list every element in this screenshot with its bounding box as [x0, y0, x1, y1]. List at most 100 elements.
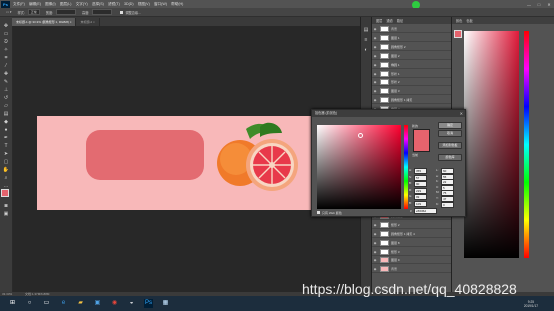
- visibility-eye-icon[interactable]: ◉: [372, 54, 378, 58]
- healing-brush-icon[interactable]: ✚: [2, 71, 10, 77]
- screen-mode-icon[interactable]: ▣: [2, 211, 10, 217]
- visibility-eye-icon[interactable]: ◉: [372, 45, 378, 49]
- menu-window[interactable]: 窗口(W): [154, 2, 167, 7]
- zoom-tool-icon[interactable]: ⌕: [2, 175, 10, 181]
- hex-input[interactable]: e5636d: [414, 208, 437, 214]
- layer-row[interactable]: ◉ 图层 9: [372, 257, 451, 265]
- gradient-tool-icon[interactable]: ▤: [2, 111, 10, 117]
- tab-swatches[interactable]: 色板: [466, 18, 472, 23]
- visibility-eye-icon[interactable]: ◉: [372, 258, 378, 262]
- clone-stamp-icon[interactable]: ⊥: [2, 87, 10, 93]
- color-field-input[interactable]: 90: [414, 181, 427, 187]
- layer-row[interactable]: ◉ 图层 3: [372, 88, 451, 96]
- visibility-eye-icon[interactable]: ◉: [372, 223, 378, 227]
- refine-edge-checkbox[interactable]: [120, 10, 124, 14]
- file-explorer-icon[interactable]: ▰: [76, 299, 85, 308]
- crop-tool-icon[interactable]: ⌗: [2, 55, 10, 61]
- task-view-icon[interactable]: ▭: [42, 299, 51, 308]
- adjustments-panel-icon[interactable]: ◐: [362, 47, 370, 53]
- color-field-input[interactable]: 109: [414, 200, 427, 207]
- visibility-eye-icon[interactable]: ◉: [372, 36, 378, 40]
- shape-tool-icon[interactable]: ▢: [2, 159, 10, 165]
- pen-tool-icon[interactable]: ✒: [2, 135, 10, 141]
- color-field-input[interactable]: 99: [414, 194, 427, 200]
- visibility-eye-icon[interactable]: ◉: [372, 98, 378, 102]
- eraser-tool-icon[interactable]: ▱: [2, 103, 10, 109]
- color-field-input[interactable]: 57: [414, 174, 427, 181]
- taskbar-date[interactable]: 2019/1/17: [524, 304, 538, 308]
- color-panel-field[interactable]: [464, 31, 519, 258]
- magic-wand-icon[interactable]: ✧: [2, 47, 10, 53]
- hue-slider[interactable]: [404, 125, 408, 209]
- brush-tool-icon[interactable]: ✎: [2, 79, 10, 85]
- tab-color[interactable]: 颜色: [456, 18, 462, 23]
- layer-row[interactable]: ◉ 矩形 2: [372, 221, 451, 229]
- color-field[interactable]: [317, 125, 401, 209]
- blur-tool-icon[interactable]: ◆: [2, 119, 10, 125]
- edge-icon[interactable]: e: [59, 299, 68, 308]
- eyedropper-icon[interactable]: ⁄: [2, 63, 10, 69]
- menu-layer[interactable]: 图层(L): [60, 2, 72, 7]
- app-icon[interactable]: ▦: [161, 299, 170, 308]
- color-panel-swatches[interactable]: [454, 30, 462, 38]
- layer-row[interactable]: ◉ 矩形 3: [372, 248, 451, 256]
- hand-tool-icon[interactable]: ✋: [2, 167, 10, 173]
- type-tool-icon[interactable]: T: [2, 143, 10, 149]
- menu-edit[interactable]: 编辑(E): [29, 2, 41, 7]
- layer-row[interactable]: ◉ 圆角矩形 1 拷贝 4: [372, 230, 451, 238]
- visibility-eye-icon[interactable]: ◉: [372, 63, 378, 67]
- minimize-button[interactable]: —: [524, 0, 534, 8]
- color-field-input[interactable]: 229: [414, 187, 427, 194]
- foreground-color-swatch[interactable]: [1, 189, 9, 197]
- close-button[interactable]: ✕: [544, 0, 554, 8]
- history-brush-icon[interactable]: ↺: [2, 95, 10, 101]
- style-select[interactable]: 正常: [27, 9, 40, 15]
- color-panel-hue-slider[interactable]: [524, 31, 529, 258]
- grapefruit-image[interactable]: [216, 121, 302, 197]
- tab-paths[interactable]: 路径: [397, 18, 403, 23]
- menu-image[interactable]: 图像(I): [45, 2, 56, 7]
- layer-row[interactable]: ◉ 形状 1: [372, 70, 451, 78]
- ok-button[interactable]: 确定: [438, 122, 462, 129]
- rounded-rectangle-shape[interactable]: [86, 130, 204, 180]
- tab-channels[interactable]: 通道: [386, 18, 392, 23]
- add-to-swatches-button[interactable]: 添加到色板: [438, 142, 462, 149]
- menu-filter[interactable]: 滤镜(T): [108, 2, 120, 7]
- lasso-tool-icon[interactable]: ᘐ: [2, 39, 10, 45]
- quick-mask-icon[interactable]: ◙: [2, 203, 10, 209]
- maximize-button[interactable]: □: [534, 0, 544, 8]
- layer-row[interactable]: ◉ 形状 2: [372, 79, 451, 87]
- dialog-close-icon[interactable]: ✕: [460, 110, 463, 117]
- photoshop-taskbar-icon[interactable]: Ps: [144, 299, 153, 308]
- menu-view[interactable]: 视图(V): [138, 2, 150, 7]
- layer-row[interactable]: ◉ 图层 2: [372, 52, 451, 60]
- layer-row[interactable]: ◉ 图层 1: [372, 34, 451, 42]
- web-only-checkbox[interactable]: [317, 211, 320, 214]
- cancel-button[interactable]: 取消: [438, 130, 462, 137]
- qq-icon[interactable]: ◒: [127, 299, 136, 308]
- properties-panel-icon[interactable]: ≡: [362, 37, 370, 43]
- tab-layers[interactable]: 图层: [376, 18, 382, 23]
- tab-document-2[interactable]: 未标题-2 ×: [76, 18, 100, 26]
- layer-row[interactable]: ◉ 图层 8: [372, 239, 451, 247]
- move-tool-icon[interactable]: ✥: [2, 23, 10, 29]
- visibility-eye-icon[interactable]: ◉: [372, 27, 378, 31]
- history-panel-icon[interactable]: ▤: [362, 27, 370, 33]
- path-select-icon[interactable]: ➤: [2, 151, 10, 157]
- menu-file[interactable]: 文件(F): [13, 2, 25, 7]
- menu-3d[interactable]: 3D(D): [124, 2, 134, 6]
- visibility-eye-icon[interactable]: ◉: [372, 232, 378, 236]
- marquee-tool-icon[interactable]: ▭: [2, 31, 10, 37]
- menu-select[interactable]: 选择(S): [92, 2, 104, 7]
- tool-preset-icon[interactable]: ▭ ▾: [6, 10, 12, 14]
- visibility-eye-icon[interactable]: ◉: [372, 89, 378, 93]
- color-field-marker[interactable]: [358, 133, 363, 138]
- layer-row[interactable]: ◉ 背景: [372, 266, 451, 274]
- tab-document-1[interactable]: 未标题-1 @ 33.3% (圆角矩形 1, RGB/8) ×: [12, 18, 77, 26]
- width-input[interactable]: [56, 9, 77, 15]
- store-icon[interactable]: ▣: [93, 299, 102, 308]
- windows-start-icon[interactable]: ⊞: [8, 299, 17, 308]
- current-color-swatch[interactable]: [414, 140, 429, 151]
- search-icon[interactable]: ○: [25, 299, 34, 308]
- visibility-eye-icon[interactable]: ◉: [372, 241, 378, 245]
